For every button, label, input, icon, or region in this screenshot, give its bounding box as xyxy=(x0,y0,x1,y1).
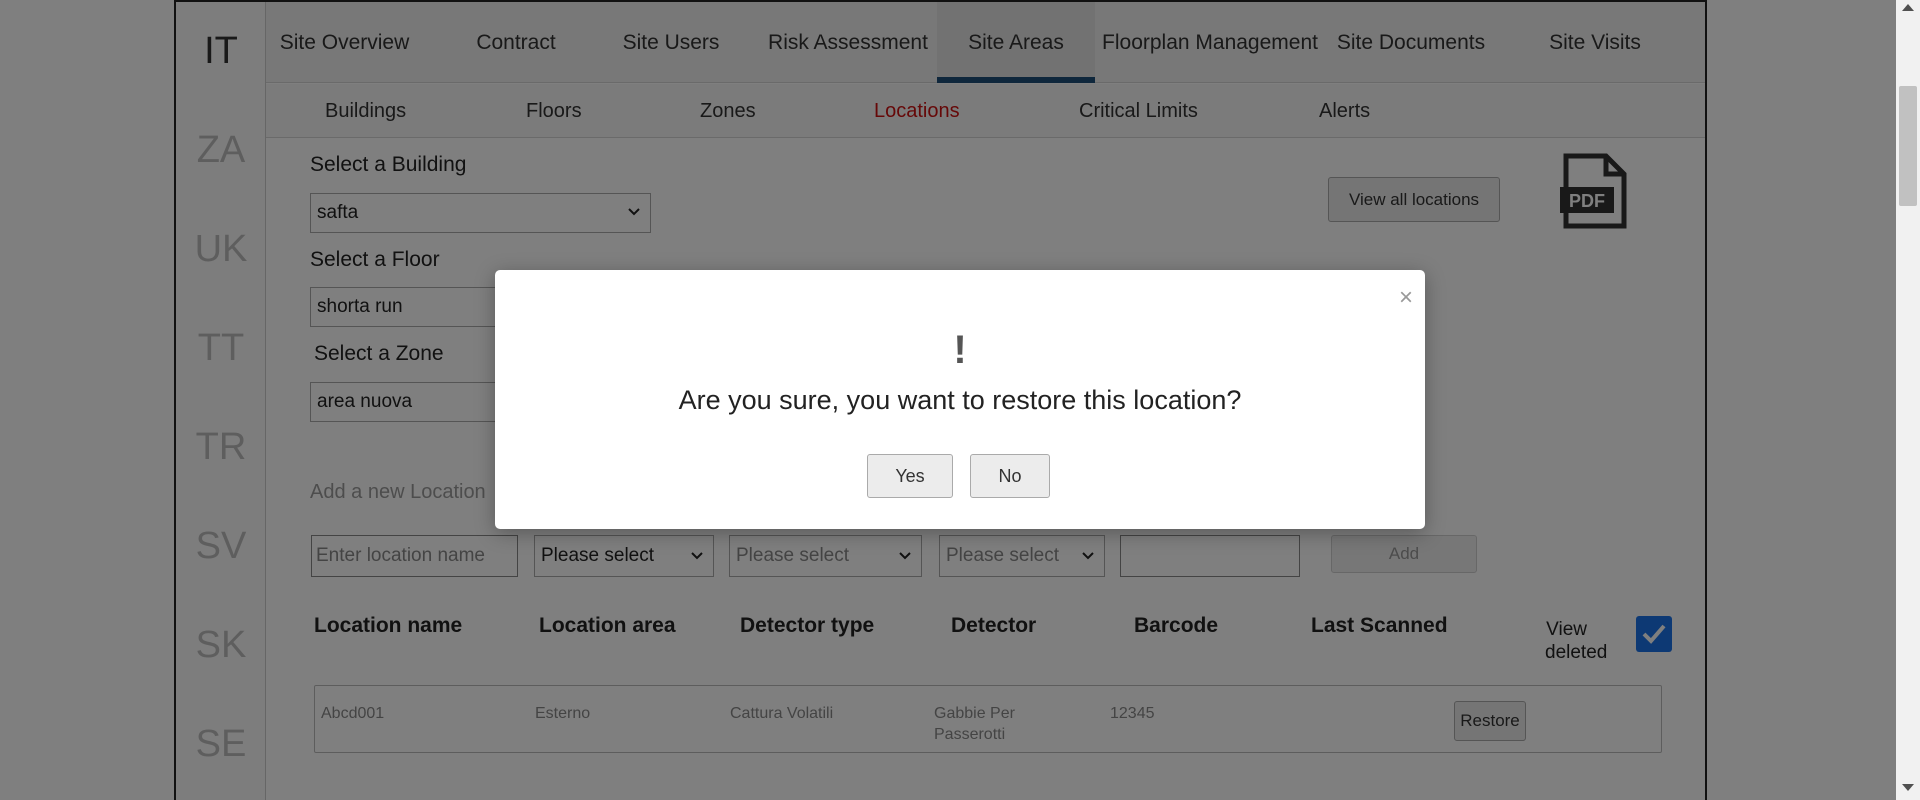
confirm-restore-dialog: × ! Are you sure, you want to restore th… xyxy=(495,270,1425,529)
exclamation-icon: ! xyxy=(953,328,967,372)
page: IT ZA UK TT TR SV SK SE Site Overview Co… xyxy=(0,0,1920,800)
no-button[interactable]: No xyxy=(970,454,1050,498)
scrollbar-thumb[interactable] xyxy=(1899,86,1917,206)
scroll-up-arrow-icon[interactable] xyxy=(1902,4,1914,11)
close-icon[interactable]: × xyxy=(1399,286,1413,310)
dialog-message: Are you sure, you want to restore this l… xyxy=(678,385,1242,415)
scroll-down-arrow-icon[interactable] xyxy=(1902,784,1914,791)
yes-button[interactable]: Yes xyxy=(867,454,953,498)
